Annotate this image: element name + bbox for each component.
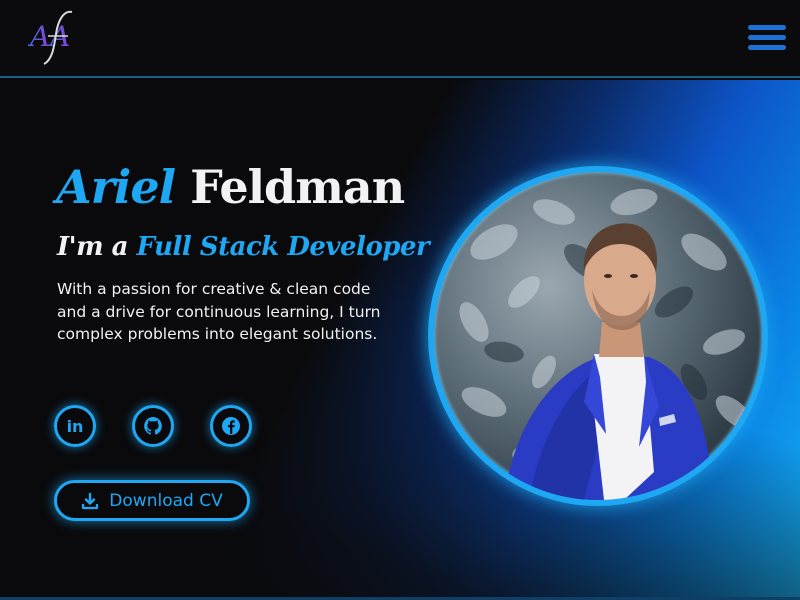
- hero-role: I'm a Full Stack Developer: [57, 232, 430, 262]
- profile-photo: [428, 166, 768, 506]
- github-icon: [144, 417, 162, 435]
- site-header: A A: [0, 0, 800, 78]
- download-cv-button[interactable]: Download CV: [54, 480, 250, 521]
- role-highlight: Full Stack Developer: [136, 232, 430, 262]
- download-cv-label: Download CV: [109, 490, 223, 511]
- facebook-link[interactable]: [210, 405, 252, 447]
- download-icon: [82, 492, 99, 509]
- linkedin-link[interactable]: in: [54, 405, 96, 447]
- svg-text:in: in: [67, 417, 84, 436]
- logo[interactable]: A A: [27, 6, 80, 68]
- github-link[interactable]: [132, 405, 174, 447]
- facebook-icon: [222, 417, 240, 435]
- hamburger-menu-icon[interactable]: [746, 22, 788, 52]
- last-name: Feldman: [190, 160, 405, 214]
- hero-name: Ariel Feldman: [56, 160, 405, 214]
- svg-text:A: A: [28, 20, 50, 53]
- linkedin-icon: in: [67, 417, 84, 436]
- hero-bio: With a passion for creative & clean code…: [57, 280, 381, 343]
- profile-portrait-image: [459, 188, 753, 500]
- first-name: Ariel: [56, 160, 176, 214]
- role-lead: I'm a: [57, 232, 129, 262]
